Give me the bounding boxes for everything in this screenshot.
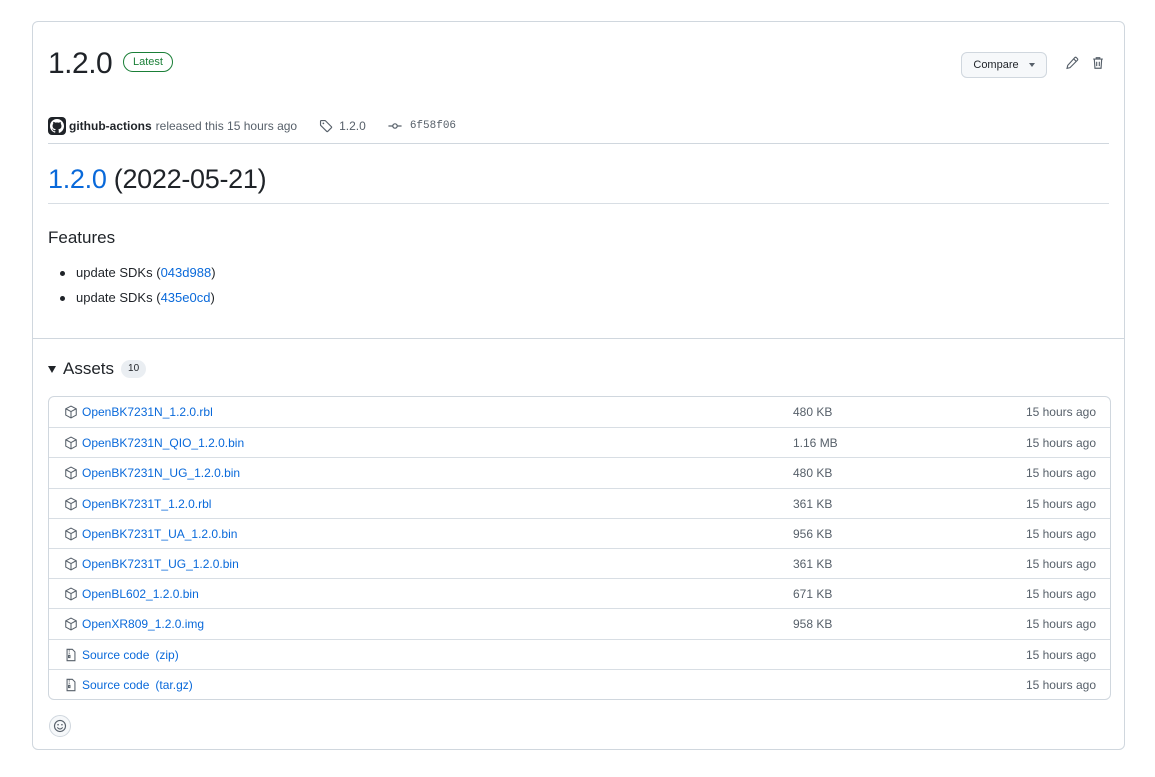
feature-paren-open: ( (152, 290, 161, 305)
asset-size: 361 KB (793, 496, 833, 511)
asset-link[interactable]: OpenBK7231T_UA_1.2.0.bin (82, 527, 237, 541)
file-zip-icon (66, 648, 76, 661)
asset-suffix: (zip) (155, 647, 179, 662)
release-date: (2022-05-21) (113, 164, 267, 194)
release-body-heading: 1.2.0 (2022-05-21) (48, 161, 267, 197)
package-icon (65, 497, 77, 511)
asset-time: 15 hours ago (1025, 617, 1096, 632)
package-icon (65, 527, 77, 541)
asset-link[interactable]: OpenBK7231T_1.2.0.rbl (82, 497, 211, 511)
asset-time: 15 hours ago (1025, 496, 1096, 511)
commit-label: 6f58f06 (409, 120, 457, 132)
asset-link[interactable]: OpenXR809_1.2.0.img (82, 617, 204, 631)
assets-count-badge: 10 (121, 360, 147, 378)
git-commit-icon (388, 123, 402, 129)
release-title[interactable]: 1.2.0 (48, 44, 113, 84)
commit-link[interactable]: 6f58f06 (388, 119, 456, 133)
features-heading: Features (48, 228, 116, 247)
asset-size: 480 KB (793, 466, 833, 481)
header-divider (48, 143, 1109, 144)
smiley-icon (53, 719, 67, 733)
table-row: OpenBK7231T_1.2.0.rbl 361 KB 15 hours ag… (49, 487, 1110, 518)
tag-label: 1.2.0 (339, 119, 366, 133)
package-icon (65, 466, 77, 480)
tag-icon (320, 119, 333, 133)
asset-time: 15 hours ago (1025, 677, 1096, 692)
asset-name-label: Source code (82, 647, 150, 662)
compare-button[interactable]: Compare (961, 52, 1047, 78)
add-reaction-button[interactable] (49, 715, 71, 737)
release-header: 1.2.0 Latest github-actions released thi… (48, 44, 1109, 144)
edit-button[interactable] (1063, 54, 1081, 72)
version-link[interactable]: 1.2.0 (48, 164, 107, 194)
asset-size: 1.16 MB (793, 436, 838, 451)
author-link[interactable]: github-actions (69, 119, 152, 133)
commit-hash-link[interactable]: 435e0cd (161, 290, 211, 305)
asset-link[interactable]: OpenBK7231T_UG_1.2.0.bin (82, 557, 239, 571)
delete-button[interactable] (1089, 54, 1107, 72)
assets-toggle[interactable]: Assets 10 (48, 358, 147, 380)
table-row: OpenBL602_1.2.0.bin 671 KB 15 hours ago (49, 578, 1110, 608)
feature-text: update SDKs (76, 290, 153, 305)
asset-time: 15 hours ago (1025, 436, 1096, 451)
asset-time: 15 hours ago (1025, 466, 1096, 481)
assets-title: Assets (63, 359, 115, 378)
asset-link[interactable]: OpenBK7231N_QIO_1.2.0.bin (82, 436, 244, 450)
table-row: Source code (zip) 15 hours ago (49, 638, 1110, 669)
package-icon (65, 587, 77, 601)
feature-paren-open: ( (152, 265, 161, 280)
asset-name-label: Source code (82, 677, 150, 692)
triangle-down-icon (48, 365, 56, 373)
chevron-down-icon (1028, 63, 1035, 67)
release-meta: github-actions released this 15 hours ag… (48, 116, 456, 136)
feature-text: update SDKs (76, 265, 153, 280)
asset-time: 15 hours ago (1025, 556, 1096, 571)
package-icon (65, 436, 77, 450)
asset-link[interactable]: OpenBK7231N_UG_1.2.0.bin (82, 466, 240, 480)
commit-hash-link[interactable]: 043d988 (161, 265, 212, 280)
asset-time: 15 hours ago (1025, 647, 1096, 662)
asset-link[interactable]: OpenBL602_1.2.0.bin (82, 587, 199, 601)
assets-table: OpenBK7231N_1.2.0.rbl 480 KB 15 hours ag… (48, 396, 1111, 700)
latest-badge: Latest (123, 52, 173, 72)
asset-size: 480 KB (793, 405, 833, 419)
asset-size: 361 KB (793, 556, 833, 571)
list-item: update SDKs (435e0cd) (48, 287, 216, 312)
asset-size: 956 KB (793, 526, 833, 541)
table-row: OpenBK7231T_UG_1.2.0.bin 361 KB 15 hours… (49, 547, 1110, 578)
table-row: Source code (tar.gz) 15 hours ago (49, 668, 1110, 699)
trash-icon (1093, 57, 1103, 69)
released-text: released this 15 hours ago (155, 119, 298, 133)
package-icon (65, 557, 77, 571)
source-code-targz-link[interactable]: Source code (tar.gz) (82, 678, 193, 692)
asset-suffix: (tar.gz) (155, 677, 193, 692)
feature-paren-close: ) (210, 290, 215, 305)
asset-time: 15 hours ago (1025, 587, 1096, 602)
package-icon (65, 405, 77, 419)
asset-link[interactable]: OpenBK7231N_1.2.0.rbl (82, 405, 213, 419)
table-row: OpenBK7231T_UA_1.2.0.bin 956 KB 15 hours… (49, 517, 1110, 548)
release-card: 1.2.0 Latest github-actions released thi… (32, 21, 1125, 750)
asset-size: 958 KB (793, 617, 833, 632)
tag-link[interactable]: 1.2.0 (319, 119, 366, 133)
file-zip-icon (66, 678, 76, 691)
assets-divider (33, 338, 1124, 339)
feature-paren-close: ) (211, 265, 216, 280)
compare-label: Compare (973, 59, 1019, 71)
source-code-zip-link[interactable]: Source code (zip) (82, 648, 179, 662)
table-row: OpenBK7231N_1.2.0.rbl 480 KB 15 hours ag… (49, 397, 1110, 427)
asset-time: 15 hours ago (1025, 405, 1096, 419)
github-icon (50, 119, 64, 133)
asset-size: 671 KB (793, 587, 833, 602)
avatar[interactable] (48, 117, 66, 135)
asset-time: 15 hours ago (1025, 526, 1096, 541)
features-list: update SDKs (043d988) update SDKs (435e0… (48, 262, 216, 312)
table-row: OpenBK7231N_QIO_1.2.0.bin 1.16 MB 15 hou… (49, 427, 1110, 457)
list-item: update SDKs (043d988) (48, 262, 216, 287)
table-row: OpenXR809_1.2.0.img 958 KB 15 hours ago (49, 608, 1110, 638)
heading-divider (48, 203, 1109, 204)
table-row: OpenBK7231N_UG_1.2.0.bin 480 KB 15 hours… (49, 457, 1110, 487)
package-icon (65, 617, 77, 631)
pencil-icon (1066, 56, 1079, 70)
